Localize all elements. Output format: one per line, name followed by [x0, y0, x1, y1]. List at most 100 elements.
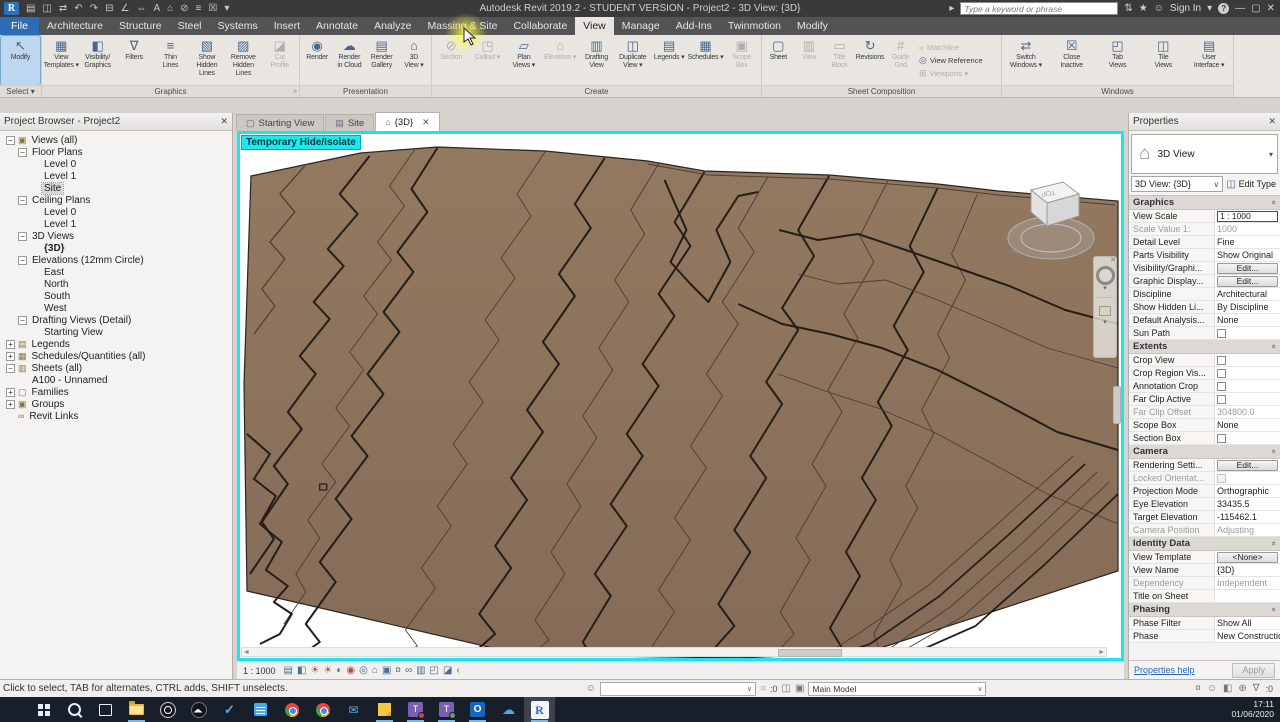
onedrive-app[interactable]: ☁	[493, 697, 524, 722]
view-tab-3d[interactable]: ⌂ {3D} ✕	[375, 112, 440, 131]
tree-expander-icon[interactable]: +	[6, 387, 15, 397]
thin-lines-icon[interactable]: ≡	[196, 0, 202, 17]
shadows-icon[interactable]: ◐	[336, 662, 342, 680]
instance-selector[interactable]: 3D View: {3D} ∨	[1131, 176, 1224, 192]
save-icon[interactable]: ◫	[42, 0, 51, 17]
exchange-apps-icon[interactable]: ⇅	[1124, 3, 1132, 14]
tab-insert[interactable]: Insert	[266, 17, 308, 35]
panel-label-select[interactable]: Select ▾	[0, 85, 41, 97]
tab-steel[interactable]: Steel	[170, 17, 210, 35]
design-option-dropdown[interactable]: Main Model ∨	[808, 681, 987, 696]
panel-dialog-launcher-icon[interactable]: »	[293, 88, 297, 95]
property-value[interactable]: -115462.1	[1215, 511, 1280, 523]
todo-app[interactable]: ✓	[214, 697, 245, 722]
text-icon[interactable]: A	[153, 0, 160, 17]
close-hidden-windows-icon[interactable]: ☒	[208, 0, 217, 17]
property-value[interactable]	[1215, 380, 1280, 392]
section-collapse-icon[interactable]: «	[1269, 200, 1278, 204]
tab-systems[interactable]: Systems	[210, 17, 266, 35]
project-browser-close-icon[interactable]: ✕	[220, 116, 228, 127]
close-inactive-button[interactable]: ☒ Close Inactive	[1049, 36, 1095, 85]
property-value[interactable]: None	[1215, 314, 1280, 326]
schedules-button[interactable]: ▦ Schedules ▾	[687, 36, 723, 85]
zoom-menu-chevron-icon[interactable]: ▾	[1103, 319, 1107, 326]
displacement-icon[interactable]: ◪	[443, 662, 452, 680]
property-section-camera[interactable]: Camera «	[1129, 445, 1280, 459]
view-templates-button[interactable]: ▦ View Templates ▾	[43, 36, 79, 85]
project-browser-header[interactable]: Project Browser - Project2 ✕	[0, 113, 232, 131]
calendar-app[interactable]	[245, 697, 276, 722]
undo-icon[interactable]: ↶	[74, 0, 82, 17]
measure-icon[interactable]: ∠	[120, 0, 129, 17]
tree-item-schedules-quantities-all[interactable]: + ▦ Schedules/Quantities (all)	[0, 350, 232, 362]
property-value[interactable]: 304800.0	[1215, 406, 1280, 418]
property-checkbox[interactable]	[1217, 355, 1226, 365]
property-checkbox[interactable]	[1217, 433, 1226, 443]
scroll-left-arrow[interactable]: ◄	[243, 648, 250, 657]
tab-structure[interactable]: Structure	[111, 17, 170, 35]
revisions-button[interactable]: ↻ Revisions	[855, 36, 886, 85]
tab-annotate[interactable]: Annotate	[308, 17, 366, 35]
help-icon[interactable]: ?	[1218, 3, 1230, 14]
topography-3d-view[interactable]	[240, 134, 1121, 658]
properties-header[interactable]: Properties ✕	[1129, 113, 1280, 131]
tab-views-button[interactable]: ◰ Tab Views	[1095, 36, 1141, 85]
wheel-menu-chevron-icon[interactable]: ▾	[1103, 285, 1107, 292]
view-tab-starting-view[interactable]: ▢ Starting View	[236, 114, 325, 131]
reveal-hidden-icon[interactable]: ¤	[395, 662, 401, 680]
property-value[interactable]	[1215, 432, 1280, 444]
tree-item-3d[interactable]: {3D}	[0, 242, 232, 254]
property-value[interactable]: New Construction	[1215, 630, 1280, 642]
panel-label-presentation[interactable]: Presentation	[300, 85, 431, 97]
navigation-bar[interactable]: ✕ ▾ ▾	[1093, 256, 1117, 358]
property-value[interactable]	[1215, 354, 1280, 366]
remove-hidden-lines-button[interactable]: ▨ Remove Hidden Lines	[225, 36, 261, 85]
edit-type-button[interactable]: ◫ Edit Type	[1226, 176, 1278, 192]
favorites-icon[interactable]: ★	[1139, 3, 1148, 14]
view-tab-site[interactable]: ▤ Site	[325, 114, 375, 131]
properties-close-icon[interactable]: ✕	[1268, 116, 1276, 127]
file-explorer[interactable]	[121, 697, 152, 722]
tab-twinmotion[interactable]: Twinmotion	[720, 17, 789, 35]
view-scale-button[interactable]: 1 : 1000	[243, 666, 280, 676]
scroll-right-arrow[interactable]: ►	[1098, 648, 1105, 657]
print-icon[interactable]: ⊟	[105, 0, 113, 17]
property-value[interactable]: Orthographic	[1215, 485, 1280, 497]
restore-button[interactable]: ▢	[1251, 3, 1260, 14]
property-section-identity-data[interactable]: Identity Data «	[1129, 537, 1280, 551]
tree-expander-icon[interactable]: −	[18, 147, 27, 157]
mail-app[interactable]: ✉	[338, 697, 369, 722]
sign-in-button[interactable]: Sign In	[1170, 3, 1201, 14]
property-value[interactable]: Edit...	[1215, 459, 1280, 471]
design-options-icon[interactable]: ◫	[782, 683, 791, 694]
property-value-button[interactable]: Edit...	[1217, 275, 1278, 287]
app-revit-icon[interactable]: R	[4, 2, 19, 15]
type-selector[interactable]: ⌂ 3D View ▾	[1131, 134, 1278, 174]
thin-lines-button[interactable]: ≡ Thin Lines	[152, 36, 188, 85]
tree-expander-icon[interactable]: +	[6, 351, 15, 361]
property-checkbox[interactable]	[1217, 328, 1226, 338]
sync-with-central-icon[interactable]: ⇄	[59, 0, 67, 17]
teams-app-2[interactable]: T	[431, 697, 462, 722]
property-value[interactable]: Show All	[1215, 617, 1280, 629]
property-value[interactable]: Fine	[1215, 236, 1280, 248]
panel-label-sheet-composition[interactable]: Sheet Composition	[762, 85, 1001, 97]
property-value[interactable]: Edit...	[1215, 262, 1280, 274]
crop-region-icon[interactable]: ▣	[382, 662, 391, 680]
property-value[interactable]: Adjusting	[1215, 524, 1280, 536]
property-value[interactable]: None	[1215, 419, 1280, 431]
temporary-hide-isolate-icon[interactable]: ∞	[405, 662, 412, 680]
tree-expander-icon[interactable]: −	[18, 231, 27, 241]
view-reference-button[interactable]: ◎ View Reference	[919, 55, 997, 66]
tree-item-east[interactable]: East	[0, 266, 232, 278]
revit-app[interactable]: R	[524, 697, 555, 722]
collapse-arrow[interactable]: ‹	[456, 662, 459, 680]
tab-analyze[interactable]: Analyze	[366, 17, 419, 35]
temporary-view-properties-icon[interactable]: ▥	[416, 662, 425, 680]
sun-path-icon[interactable]: ☀	[310, 662, 319, 680]
property-value[interactable]: 1 : 1000	[1215, 210, 1280, 222]
section-collapse-icon[interactable]: «	[1269, 344, 1278, 348]
property-value[interactable]	[1215, 367, 1280, 379]
property-value[interactable]: Architectural	[1215, 288, 1280, 300]
tree-item-level-1[interactable]: Level 1	[0, 170, 232, 182]
